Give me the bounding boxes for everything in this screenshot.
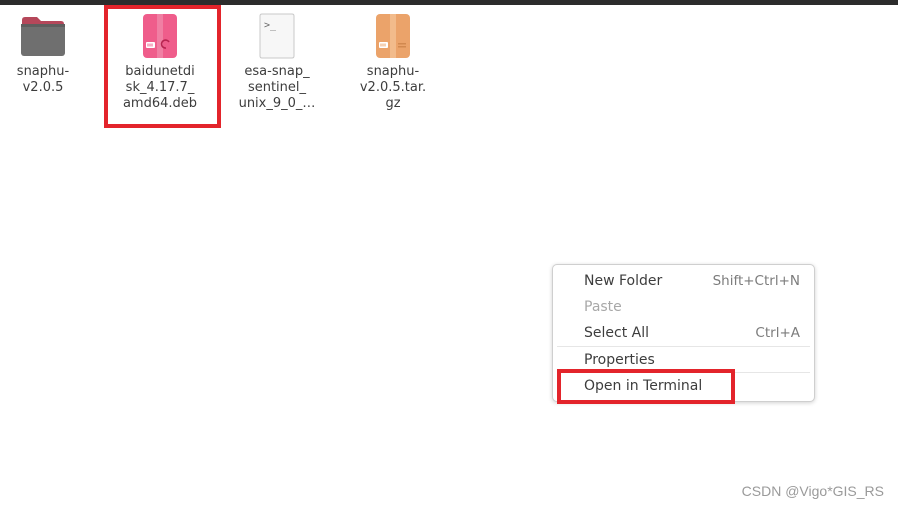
file-item-snaphu-archive[interactable]: snaphu- v2.0.5.tar. gz [345,12,441,112]
file-item-snaphu-folder[interactable]: snaphu- v2.0.5 [0,12,91,96]
file-name: snaphu- v2.0.5.tar. gz [359,64,427,111]
menu-item-new-folder[interactable]: New Folder Shift+Ctrl+N [557,268,810,294]
file-item-esa-snap-installer[interactable]: >_ esa-snap_ sentinel_ unix_9_0_… [229,12,325,112]
menu-item-select-all[interactable]: Select All Ctrl+A [557,320,810,346]
folder-icon [21,17,65,56]
executable-script-icon: >_ [259,13,295,59]
archive-icon [376,14,410,58]
file-highlight-box [104,5,221,128]
menu-item-label: Select All [584,325,649,341]
menu-highlight-box [557,369,735,404]
menu-item-paste: Paste [557,294,810,320]
menu-item-label: New Folder [584,273,663,289]
menu-item-shortcut: Ctrl+A [755,325,800,341]
menu-item-label: Properties [584,351,655,368]
menu-item-shortcut: Shift+Ctrl+N [712,273,800,289]
watermark-text: CSDN @Vigo*GIS_RS [741,483,884,499]
file-name: snaphu- v2.0.5 [16,64,70,95]
terminal-prompt-glyph: >_ [264,20,277,31]
file-name: esa-snap_ sentinel_ unix_9_0_… [238,64,316,111]
menu-item-label: Paste [584,299,622,315]
